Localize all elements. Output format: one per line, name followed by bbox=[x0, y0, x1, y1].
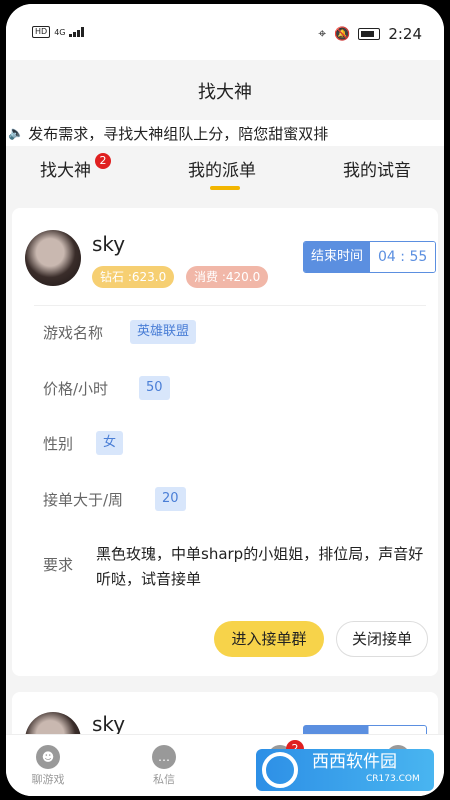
diamond-badge: 钻石 :623.0 bbox=[92, 266, 175, 288]
network-type: 4G bbox=[54, 27, 66, 37]
end-time-value: 04 : 55 bbox=[370, 242, 436, 272]
people-icon: ☻ bbox=[36, 745, 60, 769]
nav-chat-games[interactable]: ☻ 聊游戏 bbox=[18, 745, 78, 787]
tab-label: 找大神 bbox=[40, 161, 91, 181]
watermark-subtitle: CR173.COM bbox=[366, 774, 420, 784]
nav-label: 聊游戏 bbox=[31, 773, 65, 786]
spend-badge: 消费 :420.0 bbox=[186, 266, 269, 288]
speaker-icon: 🔈 bbox=[8, 125, 25, 141]
field-value-price: 50 bbox=[139, 376, 170, 400]
tab-indicator bbox=[210, 186, 240, 190]
page-title: 找大神 bbox=[198, 82, 252, 103]
end-time-box: 结束时间 04 : 55 bbox=[303, 241, 437, 273]
field-value-game: 英雄联盟 bbox=[130, 320, 197, 344]
status-left: HD 4G bbox=[32, 26, 85, 38]
field-label-price: 价格/小时 bbox=[43, 380, 109, 398]
nav-label: 私信 bbox=[153, 773, 175, 786]
nav-bar: 找大神 bbox=[6, 62, 444, 120]
tab-badge: 2 bbox=[95, 153, 111, 169]
phone-screen: HD 4G ⌖ 🔕 2:24 找大神 🔈 发布需求，寻找大神组队上分，陪您甜蜜双… bbox=[6, 4, 444, 796]
logo-icon bbox=[262, 752, 298, 788]
requirement-label: 要求 bbox=[43, 556, 74, 574]
clock: 2:24 bbox=[388, 25, 422, 43]
field-value-weekly: 20 bbox=[155, 487, 186, 511]
mute-icon: 🔕 bbox=[334, 26, 351, 42]
tab-label: 我的派单 bbox=[188, 161, 256, 181]
signal-icon bbox=[69, 27, 85, 37]
chat-icon: … bbox=[152, 745, 176, 769]
location-icon: ⌖ bbox=[318, 26, 327, 42]
status-right: ⌖ 🔕 2:24 bbox=[318, 25, 422, 43]
tab-find-master[interactable]: 找大神 2 bbox=[40, 153, 111, 181]
join-group-button[interactable]: 进入接单群 bbox=[214, 621, 324, 657]
watermark-title: 西西软件园 bbox=[312, 752, 397, 772]
username: sky bbox=[92, 232, 126, 256]
status-bar: HD 4G ⌖ 🔕 2:24 bbox=[6, 4, 444, 60]
field-value-gender: 女 bbox=[96, 431, 124, 455]
end-time-label: 结束时间 bbox=[304, 242, 371, 272]
notice-bar[interactable]: 🔈 发布需求，寻找大神组队上分，陪您甜蜜双排 bbox=[6, 120, 444, 146]
battery-icon bbox=[358, 28, 381, 40]
close-order-button[interactable]: 关闭接单 bbox=[336, 621, 428, 657]
tab-my-orders[interactable]: 我的派单 bbox=[188, 156, 256, 181]
tab-label: 我的试音 bbox=[343, 161, 411, 181]
field-label-game: 游戏名称 bbox=[43, 324, 104, 342]
notice-text: 发布需求，寻找大神组队上分，陪您甜蜜双排 bbox=[28, 124, 329, 143]
tab-my-auditions[interactable]: 我的试音 bbox=[343, 156, 411, 181]
divider bbox=[34, 305, 426, 306]
hd-badge: HD bbox=[32, 26, 51, 38]
tab-bar: 找大神 2 我的派单 我的试音 bbox=[6, 146, 444, 198]
requirement-text: 黑色玫瑰，中单sharp的小姐姐，排位局，声音好听哒，试音接单 bbox=[96, 545, 424, 588]
field-label-weekly: 接单大于/周 bbox=[43, 491, 124, 509]
field-label-gender: 性别 bbox=[43, 435, 74, 453]
watermark-logo: 西西软件园 CR173.COM bbox=[256, 749, 434, 791]
order-card: sky 钻石 :623.0 消费 :420.0 结束时间 04 : 55 游戏名… bbox=[12, 208, 438, 676]
nav-messages[interactable]: … 私信 bbox=[134, 745, 194, 787]
avatar[interactable] bbox=[25, 230, 81, 286]
username: sky bbox=[92, 712, 126, 736]
